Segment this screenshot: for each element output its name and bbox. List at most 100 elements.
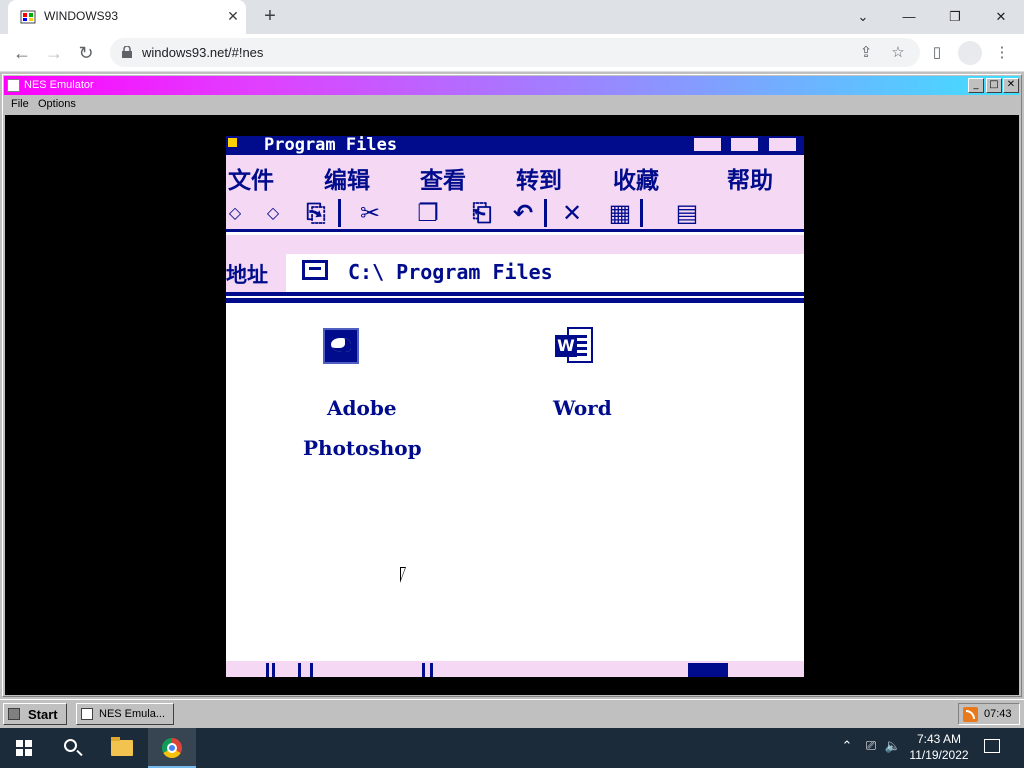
side-panel-icon[interactable]: ▯: [926, 42, 948, 64]
status-tick: [422, 663, 425, 677]
game-delete-icon: ✕: [561, 199, 583, 227]
game-minimize-icon: [692, 136, 723, 153]
reload-icon[interactable]: ↻: [72, 39, 100, 67]
nes-close-icon[interactable]: ✕: [1003, 78, 1019, 93]
game-drive-icon: [302, 260, 328, 280]
game-undo-icon: ↶: [512, 199, 534, 227]
photoshop-icon: [323, 328, 359, 364]
bookmark-star-icon[interactable]: ☆: [888, 43, 908, 63]
game-paste-icon: ⎗: [472, 199, 492, 227]
search-icon: [64, 739, 77, 752]
more-menu-icon[interactable]: ⋮: [991, 42, 1013, 64]
tab-title: WINDOWS93: [44, 9, 119, 23]
game-menu-file: 文件: [228, 168, 274, 194]
game-menu-goto: 转到: [516, 168, 562, 194]
back-arrow-icon[interactable]: ←: [8, 39, 36, 67]
game-views-icon: ▤: [675, 199, 699, 227]
tab-search-chevron-icon[interactable]: ⌄: [840, 3, 886, 31]
nes-minimize-icon[interactable]: _: [968, 78, 984, 93]
profile-avatar-icon[interactable]: [958, 41, 982, 65]
game-address-value: C:\ Program Files: [348, 260, 553, 284]
file-label-line1: Adobe: [327, 396, 397, 420]
share-icon[interactable]: ⇪: [856, 43, 876, 63]
game-toolbar: ◇ ◇ ⎘ ✂ ❐ ⎗ ↶ ✕ ▦ ▤: [226, 195, 804, 232]
game-menu-view: 查看: [420, 168, 466, 194]
browser-tab-strip: WINDOWS93 ✕ + ⌄ — ❐ ✕: [0, 0, 1024, 34]
windows93-desktop: NES Emulator _ □ ✕ File Options Program …: [0, 72, 1024, 728]
status-block: [688, 663, 728, 677]
taskbar-clock[interactable]: 7:43 AM 11/19/2022: [906, 731, 972, 763]
window-restore-icon[interactable]: ❐: [932, 3, 978, 31]
notification-center-icon[interactable]: [984, 739, 1000, 753]
taskbar-file-explorer[interactable]: [98, 728, 146, 768]
tab-close-icon[interactable]: ✕: [224, 7, 242, 25]
w93-start-button[interactable]: Start: [3, 703, 67, 725]
browser-toolbar: ← → ↻ windows93.net/#!nes ⇪ ☆ ▯ ⋮: [0, 34, 1024, 72]
chrome-icon: [162, 738, 182, 758]
status-tick: [310, 663, 313, 677]
game-close-icon: [767, 136, 798, 153]
tray-chevron-up-icon[interactable]: ⌃: [838, 738, 856, 756]
taskbar-search-button[interactable]: [48, 728, 96, 768]
menu-options[interactable]: Options: [38, 98, 76, 110]
game-up-folder-icon: ⎘: [306, 199, 326, 227]
game-window-title: Program Files: [264, 136, 398, 155]
address-bar[interactable]: windows93.net/#!nes ⇪ ☆: [110, 38, 920, 67]
game-divider: [226, 292, 804, 296]
forward-arrow-icon[interactable]: →: [40, 39, 68, 67]
rss-icon[interactable]: [963, 707, 978, 722]
window-minimize-icon[interactable]: —: [886, 3, 932, 31]
w93-start-label: Start: [28, 707, 58, 722]
windows-start-button[interactable]: [0, 728, 48, 768]
file-label-line2: Photoshop: [303, 436, 422, 460]
game-address-field: C:\ Program Files: [286, 254, 804, 292]
game-cut-icon: ✂: [359, 199, 381, 227]
mouse-cursor-icon: [400, 567, 412, 583]
nes-game-screen[interactable]: Program Files 文件 编辑 查看 转到 收藏 帮助 ◇ ◇ ⎘ ✂ …: [5, 115, 1019, 695]
volume-icon[interactable]: 🔈: [884, 738, 902, 756]
game-toolbar-separator: [640, 199, 643, 227]
network-icon[interactable]: ⎚: [862, 738, 880, 756]
w93-start-icon: [8, 708, 20, 720]
game-forward-icon: ◇: [266, 203, 280, 222]
lock-icon: [122, 46, 132, 58]
w93-task-nes-emulator[interactable]: NES Emula...: [76, 703, 174, 725]
nes-menubar: File Options: [4, 96, 1020, 114]
game-menu-favorites: 收藏: [613, 168, 659, 194]
windows-logo-icon: [16, 740, 32, 756]
game-explorer-window: Program Files 文件 编辑 查看 转到 收藏 帮助 ◇ ◇ ⎘ ✂ …: [226, 136, 804, 677]
window-close-icon[interactable]: ✕: [978, 3, 1024, 31]
status-tick: [266, 663, 269, 677]
nes-maximize-icon[interactable]: □: [986, 78, 1002, 93]
game-titlebar: Program Files: [226, 136, 804, 155]
taskbar-date: 11/19/2022: [909, 748, 969, 762]
taskbar-chrome[interactable]: [148, 728, 196, 768]
game-back-icon: ◇: [228, 203, 242, 222]
windows93-taskbar: Start NES Emula... 07:43: [0, 699, 1024, 728]
status-tick: [430, 663, 433, 677]
status-tick: [298, 663, 301, 677]
menu-file[interactable]: File: [11, 98, 29, 110]
game-properties-icon: ▦: [608, 199, 632, 227]
game-toolbar-separator: [338, 199, 341, 227]
game-file-area: Adobe Photoshop W Word: [226, 303, 804, 661]
new-tab-icon[interactable]: +: [258, 5, 282, 29]
w93-tray: 07:43: [958, 703, 1020, 725]
game-copy-icon: ❐: [417, 199, 439, 227]
word-document-icon: W: [555, 327, 593, 365]
nes-window-titlebar[interactable]: NES Emulator _ □ ✕: [4, 76, 1020, 95]
nes-window-title: NES Emulator: [24, 79, 94, 91]
url-text: windows93.net/#!nes: [142, 45, 264, 60]
taskbar-time: 7:43 AM: [916, 732, 962, 746]
game-menu-edit: 编辑: [324, 168, 370, 194]
game-address-label: 地址: [226, 263, 268, 287]
browser-tab[interactable]: WINDOWS93 ✕: [8, 0, 246, 34]
game-status-strip: [226, 661, 804, 677]
game-address-bar: 地址 C:\ Program Files: [226, 235, 804, 295]
game-window-icon: [228, 138, 237, 147]
game-maximize-icon: [729, 136, 760, 153]
nes-emulator-window: NES Emulator _ □ ✕ File Options Program …: [2, 74, 1022, 697]
game-menu-help: 帮助: [727, 168, 773, 194]
game-toolbar-separator: [544, 199, 547, 227]
nes-app-icon: [7, 79, 20, 92]
